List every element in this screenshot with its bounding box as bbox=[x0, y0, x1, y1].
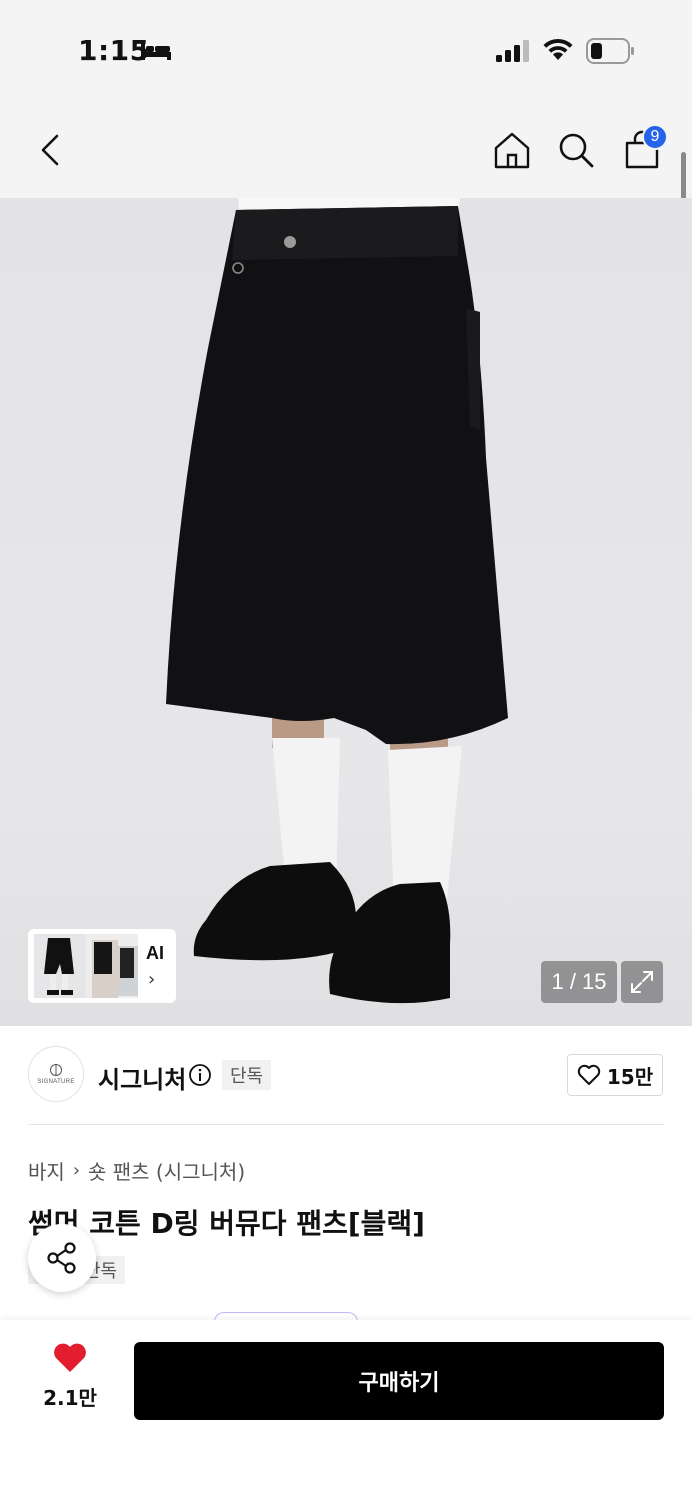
ai-label: AI bbox=[146, 943, 164, 963]
status-time: 1:15 bbox=[78, 34, 150, 67]
brand-logo-text: SIGNATURE bbox=[37, 1079, 75, 1085]
wishlist-count: 2.1만 bbox=[43, 1386, 97, 1410]
search-icon bbox=[559, 133, 594, 168]
chevron-right-icon: › bbox=[72, 1160, 81, 1181]
ai-styling-button[interactable]: AI › bbox=[28, 929, 176, 1003]
cart-button[interactable]: 9 bbox=[618, 124, 668, 174]
bottom-action-bar: 2.1만 구매하기 bbox=[0, 1320, 692, 1500]
back-icon bbox=[41, 134, 59, 166]
nav-header: 9 bbox=[0, 100, 692, 198]
signal-icon bbox=[496, 40, 532, 66]
share-icon bbox=[47, 1242, 76, 1274]
wishlist-button[interactable]: 2.1만 bbox=[32, 1342, 108, 1422]
product-photo bbox=[166, 198, 508, 1004]
brand-row: SIGNATURE 시그니처 단독 15만 bbox=[0, 1026, 692, 1126]
brand-like-button[interactable]: 15만 bbox=[567, 1054, 663, 1096]
breadcrumb: 바지 › 숏 팬츠 (시그니처) bbox=[28, 1156, 245, 1185]
heart-filled-icon bbox=[54, 1343, 86, 1372]
wifi-icon bbox=[542, 38, 574, 66]
brand-logo[interactable]: SIGNATURE bbox=[28, 1046, 84, 1102]
battery-icon bbox=[586, 38, 636, 68]
brand-like-count: 15만 bbox=[606, 1064, 654, 1089]
bed-icon bbox=[140, 40, 172, 66]
status-bar: 1:15 bbox=[0, 0, 692, 100]
ai-thumbnail-images bbox=[34, 934, 138, 998]
breadcrumb-item-shorts[interactable]: 숏 팬츠 (시그니처) bbox=[88, 1156, 245, 1185]
exclusive-badge: 단독 bbox=[222, 1060, 272, 1090]
brand-logo-mark bbox=[50, 1064, 62, 1076]
image-counter: 1 / 15 bbox=[541, 961, 617, 1003]
back-button[interactable] bbox=[30, 128, 70, 172]
heart-outline-icon bbox=[577, 1064, 601, 1085]
home-button[interactable] bbox=[490, 126, 534, 174]
chevron-right-icon: › bbox=[148, 969, 156, 990]
info-icon[interactable] bbox=[188, 1063, 212, 1091]
search-button[interactable] bbox=[554, 126, 598, 174]
product-image[interactable]: AI › 1 / 15 bbox=[0, 198, 692, 1026]
expand-button[interactable] bbox=[621, 961, 663, 1003]
cart-count-badge: 9 bbox=[642, 124, 668, 150]
buy-button[interactable]: 구매하기 bbox=[134, 1342, 664, 1420]
brand-name[interactable]: 시그니처 bbox=[98, 1060, 186, 1095]
expand-icon bbox=[631, 971, 653, 993]
divider bbox=[28, 1124, 664, 1125]
share-button[interactable] bbox=[28, 1224, 96, 1292]
breadcrumb-item-pants[interactable]: 바지 bbox=[28, 1156, 65, 1185]
home-icon bbox=[494, 132, 530, 169]
